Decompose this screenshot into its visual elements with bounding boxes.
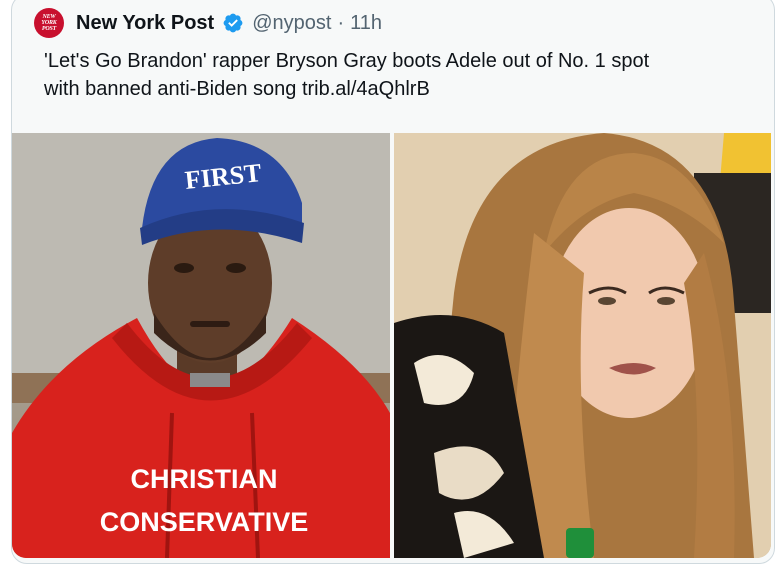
verified-badge-icon [223,13,243,33]
photo-bryson-gray[interactable]: FIRST CHRISTIAN CONSERVATIVE [12,133,390,558]
tweet-text: 'Let's Go Brandon' rapper Bryson Gray bo… [44,47,764,103]
hoodie-text-line-1: CHRISTIAN [131,464,278,494]
photo-right-illustration [394,133,771,558]
tweet-header: NEW YORK POST New York Post @nypost · 11… [34,8,382,38]
avatar-line-3: POST [41,26,57,32]
tweet-text-line-2[interactable]: with banned anti-Biden song trib.al/4aQh… [44,75,764,103]
avatar[interactable]: NEW YORK POST [34,8,64,38]
photo-left-illustration: FIRST CHRISTIAN CONSERVATIVE [12,133,390,558]
timestamp[interactable]: 11h [350,12,382,35]
tweet-text-line-1: 'Let's Go Brandon' rapper Bryson Gray bo… [44,50,650,72]
separator-dot: · [337,11,345,34]
hoodie-text-line-2: CONSERVATIVE [100,507,309,537]
media-grid[interactable]: FIRST CHRISTIAN CONSERVATIVE [12,133,771,558]
author-handle[interactable]: @nypost [252,12,331,35]
photo-adele[interactable] [394,133,771,558]
author-name[interactable]: New York Post [76,12,214,35]
